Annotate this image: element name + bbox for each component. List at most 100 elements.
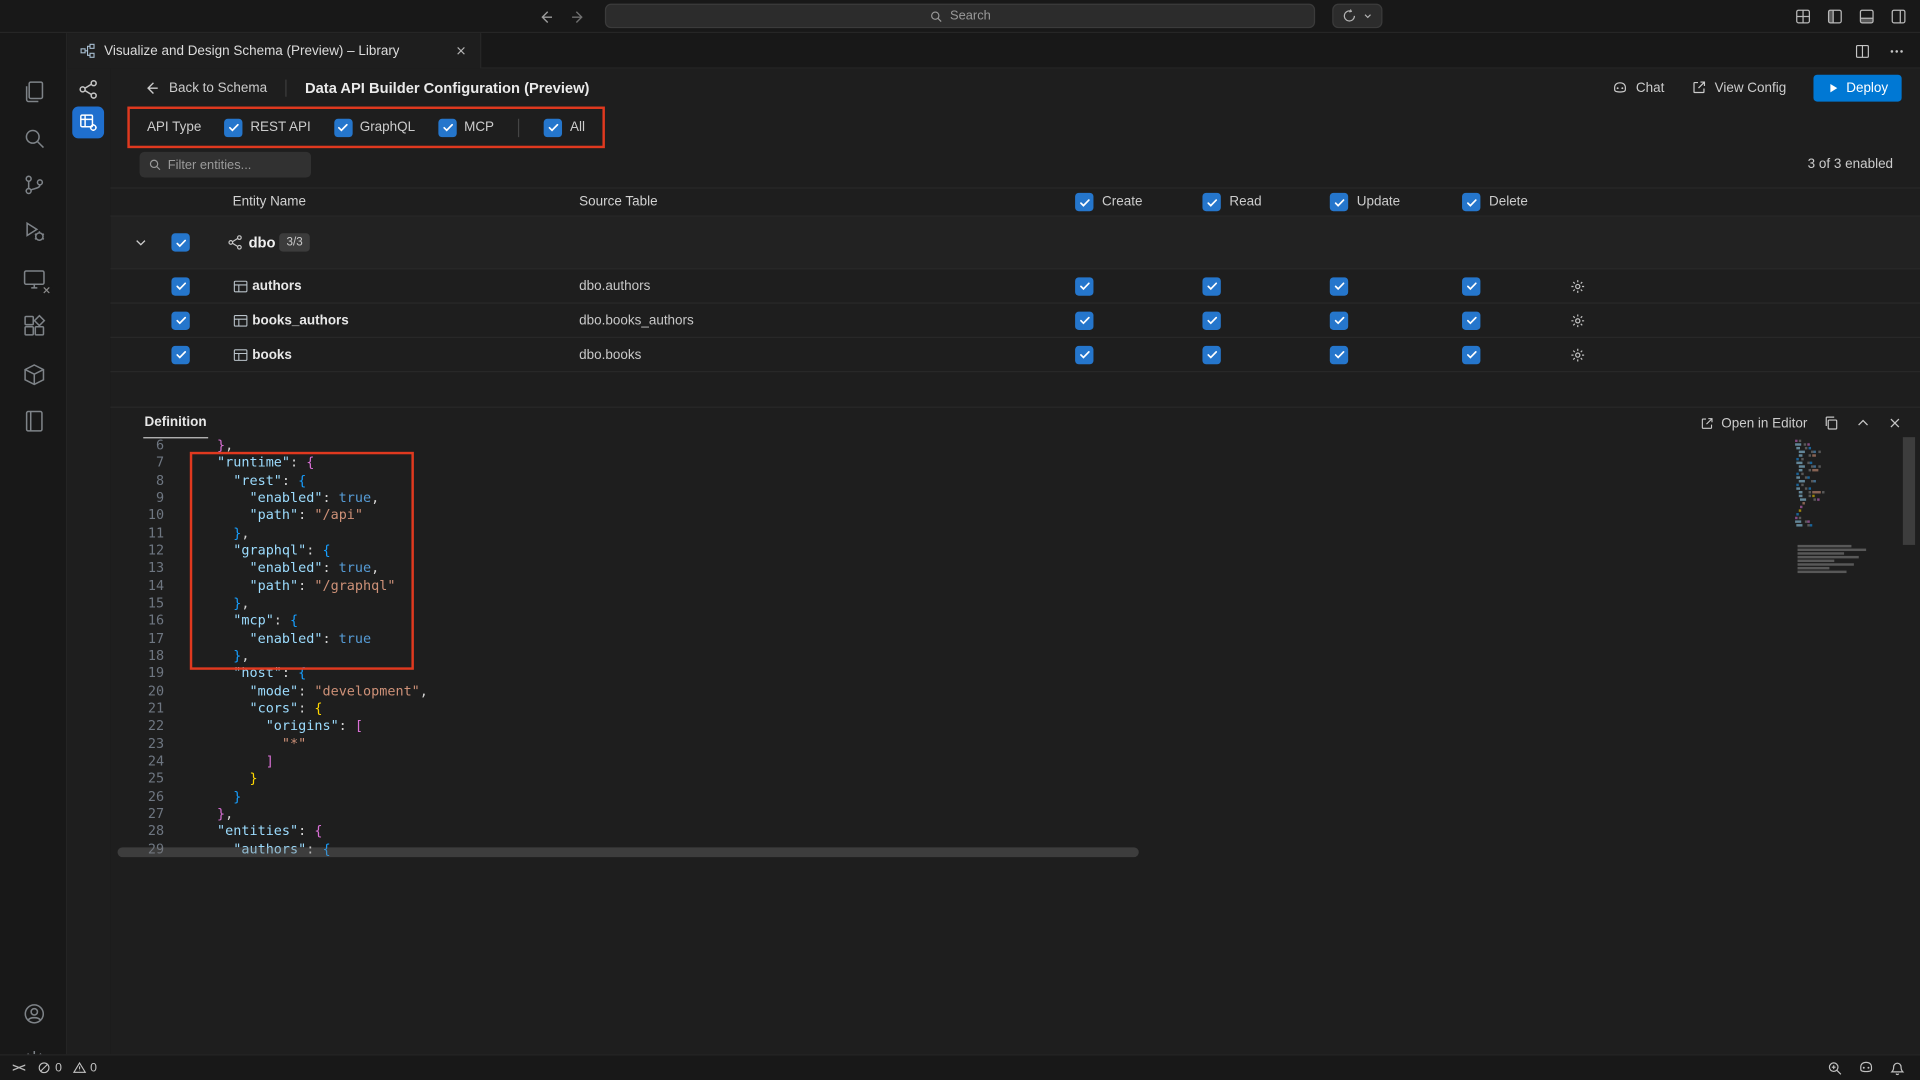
table-row[interactable]: booksdbo.books xyxy=(110,337,1920,371)
read-checkbox[interactable] xyxy=(1202,277,1220,295)
horizontal-scrollbar[interactable] xyxy=(118,847,1139,857)
chat-label: Chat xyxy=(1636,80,1664,95)
database-projects-icon[interactable] xyxy=(21,361,48,388)
source-control-icon[interactable] xyxy=(21,171,48,198)
open-external-icon xyxy=(1699,416,1714,431)
command-center-search[interactable]: Search xyxy=(605,4,1315,28)
line-number: 23 xyxy=(110,735,164,753)
source-table: dbo.books_authors xyxy=(579,313,694,328)
table-row[interactable]: books_authorsdbo.books_authors xyxy=(110,302,1920,336)
line-content: }, xyxy=(164,806,233,824)
deploy-button[interactable]: Deploy xyxy=(1813,74,1901,101)
definition-code-editor[interactable]: 6 },7 "runtime": {8 "rest": {9 "enabled"… xyxy=(110,437,1920,866)
api-option-graphql[interactable]: GraphQL xyxy=(334,118,415,136)
definition-tab[interactable]: Definition xyxy=(143,408,208,439)
delete-checkbox[interactable] xyxy=(1462,311,1480,329)
select-all-read-checkbox[interactable] xyxy=(1202,193,1220,211)
view-config-button[interactable]: View Config xyxy=(1691,80,1786,96)
copy-icon[interactable] xyxy=(1823,415,1839,431)
api-option-all[interactable]: All xyxy=(544,118,585,136)
close-icon[interactable] xyxy=(1887,415,1903,431)
more-actions-icon[interactable] xyxy=(1888,42,1905,59)
chevron-down-icon[interactable] xyxy=(133,235,148,250)
copilot-status-icon[interactable] xyxy=(1858,1059,1875,1076)
visualize-schema-icon[interactable] xyxy=(77,78,99,100)
read-checkbox[interactable] xyxy=(1202,345,1220,363)
run-debug-icon[interactable] xyxy=(21,218,48,245)
schema-designer-tab-icon xyxy=(80,43,96,59)
update-checkbox[interactable] xyxy=(1330,311,1348,329)
code-line: 22 "origins": [ xyxy=(110,718,1920,736)
close-icon[interactable] xyxy=(454,44,467,57)
entity-settings-button[interactable] xyxy=(1570,347,1586,363)
tab-schema-designer[interactable]: Visualize and Design Schema (Preview) – … xyxy=(67,33,481,69)
api-option-checkbox[interactable] xyxy=(225,118,243,136)
toggle-sidebar-right-icon[interactable] xyxy=(1889,7,1907,25)
select-all-delete-checkbox[interactable] xyxy=(1462,193,1480,211)
open-in-editor-button[interactable]: Open in Editor xyxy=(1699,416,1807,431)
group-select-checkbox[interactable] xyxy=(171,233,189,251)
api-option-checkbox[interactable] xyxy=(334,118,352,136)
select-all-update-checkbox[interactable] xyxy=(1330,193,1348,211)
customize-layout-icon[interactable] xyxy=(1794,7,1812,25)
delete-checkbox[interactable] xyxy=(1462,345,1480,363)
row-select-checkbox[interactable] xyxy=(171,277,189,295)
chevron-up-icon[interactable] xyxy=(1855,415,1871,431)
api-type-options: REST API GraphQL MCP All xyxy=(225,118,585,136)
history-forward-button[interactable] xyxy=(566,5,590,28)
remote-indicator-icon[interactable]: >< xyxy=(12,1061,24,1074)
split-editor-icon[interactable] xyxy=(1854,42,1871,59)
entity-settings-button[interactable] xyxy=(1570,278,1586,294)
create-checkbox[interactable] xyxy=(1075,311,1093,329)
open-in-editor-label: Open in Editor xyxy=(1721,416,1807,431)
table-row[interactable]: authorsdbo.authors xyxy=(110,268,1920,302)
accounts-icon[interactable] xyxy=(21,1000,48,1027)
history-back-button[interactable] xyxy=(534,5,558,28)
read-checkbox[interactable] xyxy=(1202,311,1220,329)
code-line: 18 }, xyxy=(110,648,1920,666)
divider xyxy=(285,79,286,96)
column-read: Read xyxy=(1229,195,1261,210)
minimap[interactable] xyxy=(1790,440,1900,587)
api-option-rest-api[interactable]: REST API xyxy=(225,118,311,136)
remote-explorer-icon[interactable] xyxy=(21,266,48,293)
explorer-icon[interactable] xyxy=(21,78,48,105)
editor-tab-bar: Visualize and Design Schema (Preview) – … xyxy=(67,33,1920,69)
notifications-bell-icon[interactable] xyxy=(1889,1060,1905,1076)
line-content: "runtime": { xyxy=(164,455,314,473)
code-line: 27 }, xyxy=(110,806,1920,824)
api-option-checkbox[interactable] xyxy=(544,118,562,136)
update-checkbox[interactable] xyxy=(1330,345,1348,363)
toggle-panel-icon[interactable] xyxy=(1858,7,1876,25)
entity-settings-button[interactable] xyxy=(1570,312,1586,328)
zoom-in-icon[interactable] xyxy=(1827,1060,1843,1076)
search-icon xyxy=(148,158,161,171)
update-checkbox[interactable] xyxy=(1330,277,1348,295)
api-type-label: API Type xyxy=(147,120,201,135)
line-content: }, xyxy=(164,648,249,666)
row-select-checkbox[interactable] xyxy=(171,345,189,363)
create-checkbox[interactable] xyxy=(1075,345,1093,363)
api-option-checkbox[interactable] xyxy=(438,118,456,136)
delete-checkbox[interactable] xyxy=(1462,277,1480,295)
search-icon[interactable] xyxy=(21,125,48,152)
notebook-icon[interactable] xyxy=(21,408,48,435)
copilot-sessions-button[interactable] xyxy=(1332,4,1382,28)
toggle-sidebar-left-icon[interactable] xyxy=(1826,7,1844,25)
back-to-schema-button[interactable]: Back to Schema xyxy=(143,79,267,96)
chat-button[interactable]: Chat xyxy=(1611,79,1664,96)
dab-config-tool-selected[interactable] xyxy=(72,107,104,139)
filter-entities-input-box[interactable] xyxy=(140,152,311,178)
schema-group-row[interactable]: dbo 3/3 xyxy=(110,217,1920,268)
problems-status[interactable]: 0 0 xyxy=(37,1060,97,1075)
filter-entities-input[interactable] xyxy=(168,157,303,172)
create-checkbox[interactable] xyxy=(1075,277,1093,295)
api-option-mcp[interactable]: MCP xyxy=(438,118,494,136)
titlebar-layout-actions xyxy=(1794,7,1908,25)
extensions-icon[interactable] xyxy=(21,312,48,339)
select-all-create-checkbox[interactable] xyxy=(1075,193,1093,211)
back-label: Back to Schema xyxy=(169,80,267,95)
row-select-checkbox[interactable] xyxy=(171,311,189,329)
line-content: "path": "/graphql" xyxy=(164,578,395,596)
vertical-scrollbar[interactable] xyxy=(1903,437,1915,545)
